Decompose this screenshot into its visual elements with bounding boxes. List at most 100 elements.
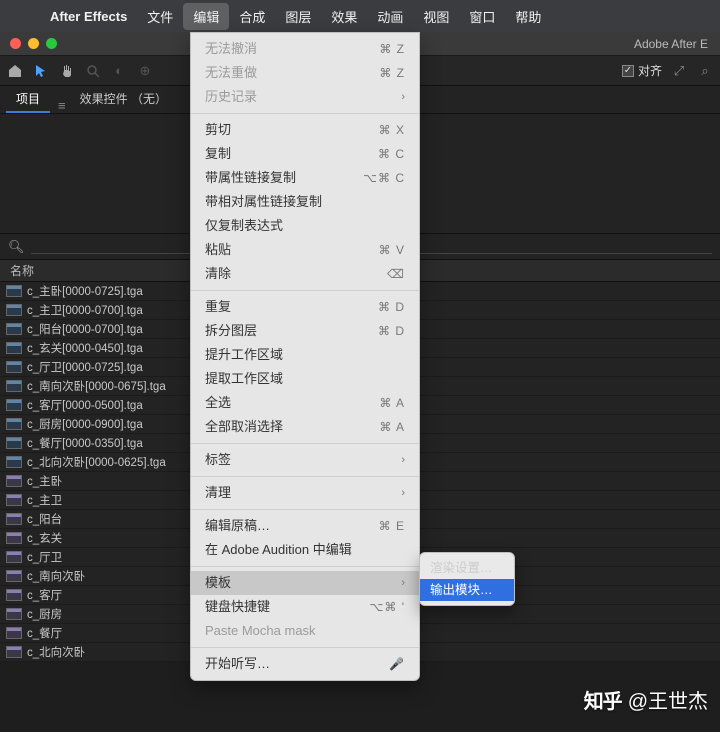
project-item-name: c_主卧[0000-0725].tga: [27, 283, 143, 299]
submenu-item[interactable]: 输出模块…: [420, 579, 514, 601]
menubar-app-name[interactable]: After Effects: [40, 5, 137, 28]
submenu-item[interactable]: 渲染设置…: [420, 557, 514, 579]
menu-item-label: 标签: [205, 452, 401, 468]
close-window-button[interactable]: [10, 38, 21, 49]
selection-tool-icon[interactable]: [32, 62, 50, 80]
chevron-right-icon: ›: [401, 485, 405, 501]
menu-item: 历史记录›: [191, 85, 419, 109]
menu-separator: [191, 509, 419, 510]
menu-item[interactable]: 提取工作区域: [191, 367, 419, 391]
menu-item-shortcut: ⌘ Z: [379, 65, 405, 81]
menubar-item[interactable]: 窗口: [459, 3, 505, 30]
project-item-name: c_南向次卧: [27, 568, 85, 584]
menu-item[interactable]: 模板›: [191, 571, 419, 595]
zhihu-logo: 知乎: [584, 685, 622, 714]
menu-item-label: 全选: [205, 395, 379, 411]
project-item-name: c_客厅[0000-0500].tga: [27, 397, 143, 413]
project-item-name: c_玄关: [27, 530, 62, 546]
composition-icon: [6, 589, 22, 601]
footage-icon: [6, 399, 22, 411]
footage-icon: [6, 361, 22, 373]
menubar-item[interactable]: 编辑: [183, 3, 229, 30]
project-item-name: c_主卫[0000-0700].tga: [27, 302, 143, 318]
menubar-item[interactable]: 帮助: [505, 3, 551, 30]
menu-item[interactable]: 清理›: [191, 481, 419, 505]
watermark: 知乎 @王世杰: [584, 685, 708, 714]
menu-separator: [191, 476, 419, 477]
menu-item[interactable]: 全部取消选择⌘ A: [191, 415, 419, 439]
menu-item-label: 清除: [205, 266, 387, 282]
menu-item[interactable]: 提升工作区域: [191, 343, 419, 367]
menu-item: Paste Mocha mask: [191, 619, 419, 643]
menu-separator: [191, 290, 419, 291]
menubar-item[interactable]: 文件: [137, 3, 183, 30]
minimize-window-button[interactable]: [28, 38, 39, 49]
search-icon[interactable]: ⌕: [696, 62, 714, 80]
menu-item[interactable]: 剪切⌘ X: [191, 118, 419, 142]
project-item-name: c_厨房[0000-0900].tga: [27, 416, 143, 432]
footage-icon: [6, 304, 22, 316]
menu-separator: [191, 647, 419, 648]
menu-item[interactable]: 标签›: [191, 448, 419, 472]
menubar-item[interactable]: 图层: [275, 3, 321, 30]
menu-item-label: 拆分图层: [205, 323, 378, 339]
hand-tool-icon[interactable]: [58, 62, 76, 80]
menu-item[interactable]: 拆分图层⌘ D: [191, 319, 419, 343]
menu-item[interactable]: 仅复制表达式: [191, 214, 419, 238]
menu-item-label: 带属性链接复制: [205, 170, 363, 186]
edit-menu-dropdown: 无法撤消⌘ Z无法重做⌘ Z历史记录›剪切⌘ X复制⌘ C带属性链接复制⌥⌘ C…: [190, 32, 420, 681]
snap-label: 对齐: [638, 62, 662, 79]
menu-item[interactable]: 编辑原稿…⌘ E: [191, 514, 419, 538]
project-item-name: c_厨房: [27, 606, 62, 622]
menu-item-label: 提取工作区域: [205, 371, 405, 387]
menu-item-shortcut: ⌘ Z: [379, 41, 405, 57]
menu-item-shortcut: ⌘ E: [379, 518, 405, 534]
tab-project[interactable]: 项目: [6, 85, 50, 113]
home-icon[interactable]: [6, 62, 24, 80]
menu-item[interactable]: 清除⌫: [191, 262, 419, 286]
camera-tool-icon[interactable]: ⊕: [136, 62, 154, 80]
expand-icon[interactable]: ⤢: [670, 62, 688, 80]
menu-separator: [191, 566, 419, 567]
project-item-name: c_阳台[0000-0700].tga: [27, 321, 143, 337]
project-item-name: c_阳台: [27, 511, 62, 527]
submenu-item-label: 渲染设置…: [430, 560, 504, 576]
panel-menu-icon[interactable]: ≡: [58, 98, 66, 113]
menu-item-label: 仅复制表达式: [205, 218, 405, 234]
window-title: Adobe After E: [634, 37, 710, 51]
menu-item-shortcut: ⌘ C: [378, 146, 405, 162]
menu-item[interactable]: 带属性链接复制⌥⌘ C: [191, 166, 419, 190]
menubar-item[interactable]: 动画: [367, 3, 413, 30]
chevron-right-icon: ›: [401, 452, 405, 468]
menu-item[interactable]: 复制⌘ C: [191, 142, 419, 166]
menu-item-label: 开始听写…: [205, 656, 389, 672]
menubar-item[interactable]: 效果: [321, 3, 367, 30]
tab-effect-controls[interactable]: 效果控件 （无）: [70, 85, 177, 113]
rotate-tool-icon[interactable]: ◐: [110, 62, 128, 80]
zoom-window-button[interactable]: [46, 38, 57, 49]
project-item-name: c_主卧: [27, 473, 62, 489]
menu-item[interactable]: 开始听写…🎤: [191, 652, 419, 676]
menu-item-shortcut: 🎤: [389, 656, 405, 672]
watermark-text: @王世杰: [628, 685, 708, 714]
footage-icon: [6, 437, 22, 449]
menu-item-label: 在 Adobe Audition 中编辑: [205, 542, 405, 558]
menubar-item[interactable]: 视图: [413, 3, 459, 30]
template-submenu: 渲染设置… 输出模块…: [419, 552, 515, 606]
zoom-tool-icon[interactable]: [84, 62, 102, 80]
project-item-name: c_餐厅: [27, 625, 62, 641]
submenu-item-label: 输出模块…: [430, 582, 504, 598]
project-item-name: c_厅卫: [27, 549, 62, 565]
menu-item-label: 清理: [205, 485, 401, 501]
menu-item[interactable]: 重复⌘ D: [191, 295, 419, 319]
menu-separator: [191, 443, 419, 444]
snap-toggle[interactable]: ✓ 对齐: [622, 62, 662, 79]
menu-item[interactable]: 键盘快捷键⌥⌘ ': [191, 595, 419, 619]
menu-item[interactable]: 粘贴⌘ V: [191, 238, 419, 262]
window-controls: [10, 38, 57, 49]
menu-item[interactable]: 在 Adobe Audition 中编辑: [191, 538, 419, 562]
menu-item[interactable]: 带相对属性链接复制: [191, 190, 419, 214]
menu-item[interactable]: 全选⌘ A: [191, 391, 419, 415]
menubar-item[interactable]: 合成: [229, 3, 275, 30]
composition-icon: [6, 532, 22, 544]
